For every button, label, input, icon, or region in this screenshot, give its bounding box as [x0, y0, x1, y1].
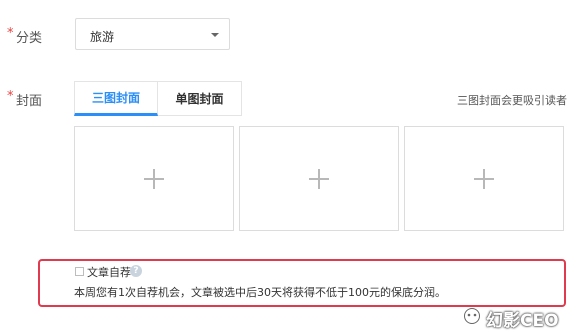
- watermark-text: 幻影CEO: [486, 311, 559, 331]
- cover-label: 封面: [16, 94, 43, 109]
- cover-hint: 三图封面会更吸引读者: [457, 94, 567, 107]
- category-select[interactable]: 旅游: [75, 18, 230, 50]
- category-label: 分类: [16, 31, 43, 46]
- tab-three-image-cover[interactable]: 三图封面: [74, 81, 158, 116]
- watermark-logo-icon: [463, 307, 481, 325]
- cover-required-mark: *: [7, 89, 14, 104]
- plus-icon: [474, 168, 494, 189]
- self-recommend-checkbox[interactable]: [75, 267, 84, 276]
- cover-upload-slot-1[interactable]: [74, 126, 234, 231]
- cover-upload-slot-3[interactable]: [404, 126, 564, 231]
- plus-icon: [309, 168, 329, 189]
- self-recommend-label[interactable]: 文章自荐: [87, 264, 131, 280]
- help-icon[interactable]: ?: [130, 265, 142, 277]
- chevron-down-icon: [211, 33, 219, 37]
- category-required-mark: *: [7, 26, 14, 41]
- tab-single-image-cover[interactable]: 单图封面: [158, 81, 242, 116]
- cover-upload-slot-2[interactable]: [239, 126, 399, 231]
- plus-icon: [144, 168, 164, 189]
- self-recommend-description: 本周您有1次自荐机会，文章被选中后30天将获得不低于100元的保底分润。: [74, 286, 446, 299]
- category-selected-value: 旅游: [90, 30, 115, 44]
